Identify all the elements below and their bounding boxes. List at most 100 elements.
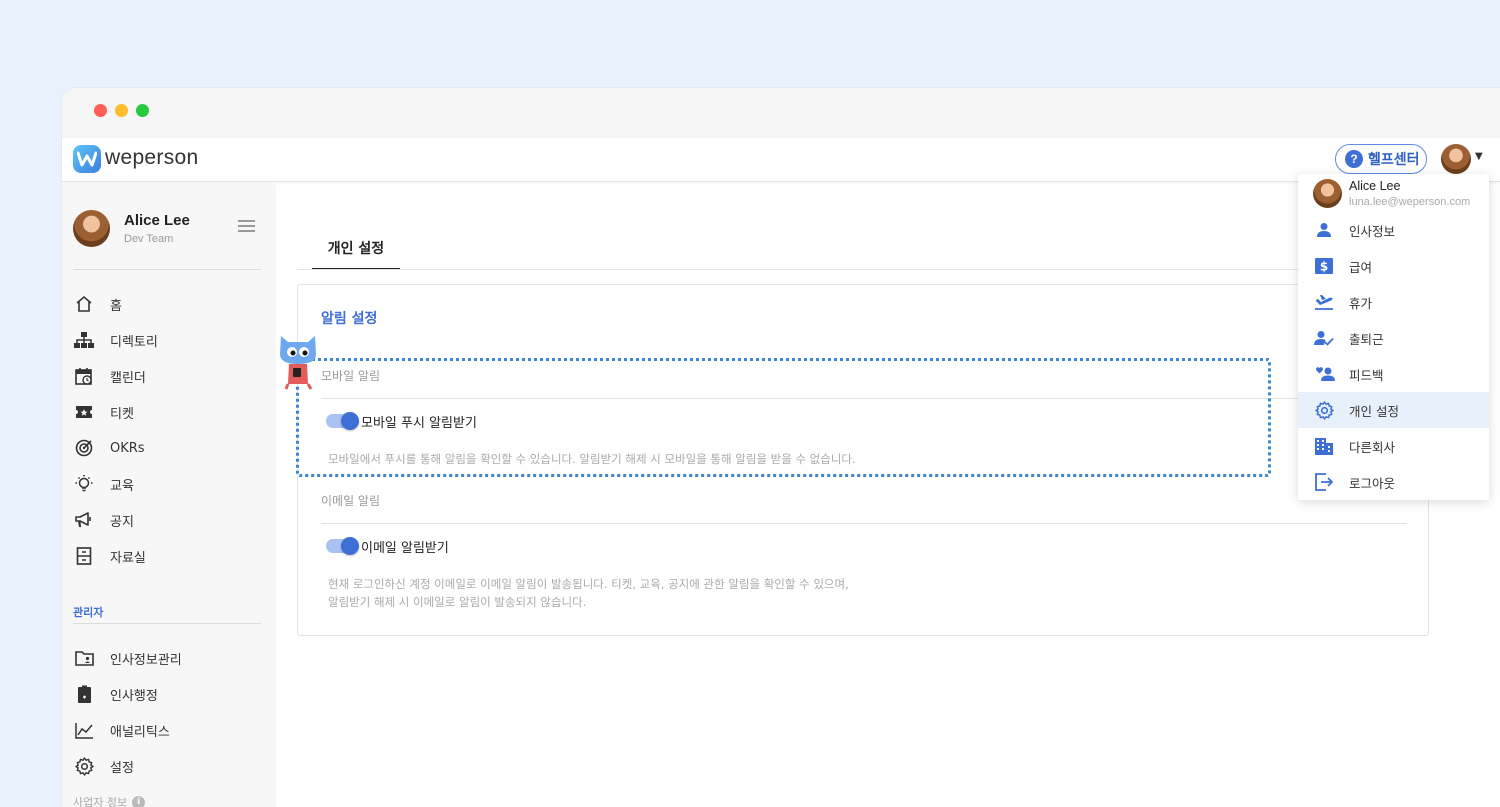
menu-item-payroll[interactable]: $ 급여 — [1298, 248, 1489, 284]
home-icon — [73, 293, 95, 315]
highlight-box — [296, 358, 1271, 477]
gear-icon — [73, 755, 95, 777]
menu-item-label: 출퇴근 — [1349, 331, 1384, 347]
calendar-icon — [73, 365, 95, 387]
lightbulb-icon — [73, 473, 95, 495]
divider — [73, 623, 261, 624]
avatar — [1313, 179, 1342, 208]
sidebar-item-archive[interactable]: 자료실 — [73, 541, 263, 571]
business-info-label: 사업자 정보 — [73, 796, 128, 807]
maximize-window-button[interactable] — [136, 104, 149, 117]
email-notification-description: 현재 로그인하신 계정 이메일로 이메일 알림이 발송됩니다. 티켓, 교육, … — [328, 575, 849, 611]
question-icon: ? — [1345, 150, 1363, 168]
sidebar-item-hr-management[interactable]: 인사정보관리 — [73, 643, 263, 673]
svg-text:$: $ — [1320, 260, 1328, 274]
sidebar-item-analytics[interactable]: 애널리틱스 — [73, 715, 263, 745]
menu-item-label: 피드백 — [1349, 367, 1384, 383]
menu-item-logout[interactable]: 로그아웃 — [1298, 464, 1489, 500]
close-window-button[interactable] — [94, 104, 107, 117]
logo-icon[interactable] — [73, 145, 101, 173]
sidebar-item-label: 공지 — [110, 514, 134, 530]
menu-item-vacation[interactable]: 휴가 — [1298, 284, 1489, 320]
business-info-link[interactable]: 사업자 정보 i — [73, 794, 146, 807]
window-titlebar — [62, 88, 1500, 138]
sidebar-item-education[interactable]: 교육 — [73, 469, 263, 499]
cabinet-icon — [73, 545, 95, 567]
menu-item-label: 급여 — [1349, 259, 1373, 275]
chevron-down-icon[interactable]: ▼ — [1475, 151, 1483, 162]
menu-item-label: 휴가 — [1349, 295, 1373, 311]
org-chart-icon — [73, 329, 95, 351]
sidebar-item-okrs[interactable]: OKRs — [73, 433, 263, 463]
menu-item-attendance[interactable]: 출퇴근 — [1298, 320, 1489, 356]
divider — [321, 523, 1407, 524]
menu-item-label: 로그아웃 — [1349, 475, 1396, 491]
top-navbar: weperson ? 헬프센터 ▼ — [62, 138, 1500, 182]
person-icon — [1313, 219, 1335, 241]
profile-avatar-button[interactable] — [1441, 144, 1471, 174]
toggle-knob — [341, 537, 359, 555]
menu-item-label: 다른회사 — [1349, 439, 1396, 455]
sidebar-item-label: 디렉토리 — [110, 334, 158, 350]
sidebar-item-label: 인사행정 — [110, 688, 158, 704]
sidebar-item-label: 자료실 — [110, 550, 146, 566]
sidebar-item-label: OKRs — [110, 440, 145, 456]
tab-personal-settings[interactable]: 개인 설정 — [312, 238, 400, 270]
sidebar-item-label: 교육 — [110, 478, 134, 494]
dropdown-user-email: luna.lee@weperson.com — [1349, 196, 1471, 208]
sidebar-item-notice[interactable]: 공지 — [73, 505, 263, 535]
dollar-icon: $ — [1313, 255, 1335, 277]
sidebar-item-label: 캘린더 — [110, 370, 146, 386]
dropdown-user-name: Alice Lee — [1349, 179, 1401, 193]
sidebar-item-settings[interactable]: 설정 — [73, 751, 263, 781]
user-team: Dev Team — [124, 233, 174, 245]
airplane-icon — [1313, 291, 1335, 313]
sidebar-item-home[interactable]: 홈 — [73, 289, 263, 319]
app-window: weperson ? 헬프센터 ▼ Alice Lee Dev Team 홈 디… — [62, 88, 1500, 807]
megaphone-icon — [73, 509, 95, 531]
avatar[interactable] — [73, 210, 110, 247]
brand-name[interactable]: weperson — [105, 146, 198, 170]
sidebar-item-ticket[interactable]: 티켓 — [73, 397, 263, 427]
email-notification-toggle-label: 이메일 알림받기 — [361, 541, 449, 556]
email-notification-toggle[interactable] — [326, 537, 359, 555]
clipboard-icon — [73, 683, 95, 705]
id-folder-icon — [73, 647, 95, 669]
minimize-window-button[interactable] — [115, 104, 128, 117]
mascot-icon — [278, 334, 318, 390]
logout-icon — [1313, 471, 1335, 493]
menu-item-label: 개인 설정 — [1349, 403, 1399, 419]
help-center-button[interactable]: ? 헬프센터 — [1335, 144, 1427, 174]
admin-section-label: 관리자 — [73, 606, 104, 619]
gear-icon — [1313, 399, 1335, 421]
card-title: 알림 설정 — [321, 311, 378, 327]
sidebar-item-label: 설정 — [110, 760, 134, 776]
ticket-icon — [73, 401, 95, 423]
sidebar-item-calendar[interactable]: 캘린더 — [73, 361, 263, 391]
user-name: Alice Lee — [124, 212, 190, 229]
menu-item-hr-info[interactable]: 인사정보 — [1298, 212, 1489, 248]
menu-item-feedback[interactable]: 피드백 — [1298, 356, 1489, 392]
menu-item-label: 인사정보 — [1349, 223, 1396, 239]
menu-icon[interactable] — [238, 220, 255, 232]
line-chart-icon — [73, 719, 95, 741]
sidebar-item-label: 애널리틱스 — [110, 724, 170, 740]
info-icon: i — [132, 795, 146, 807]
description-line: 알림받기 해제 시 이메일로 알림이 발송되지 않습니다. — [328, 595, 587, 609]
target-icon — [73, 437, 95, 459]
person-check-icon — [1313, 327, 1335, 349]
sidebar-item-directory[interactable]: 디렉토리 — [73, 325, 263, 355]
sidebar-item-hr-admin[interactable]: 인사행정 — [73, 679, 263, 709]
building-icon — [1313, 435, 1335, 457]
sidebar-item-label: 인사정보관리 — [110, 652, 182, 668]
sidebar: Alice Lee Dev Team 홈 디렉토리 캘린더 티켓 OKRs 교육 — [62, 182, 276, 807]
tab-divider — [297, 269, 1429, 270]
menu-item-other-company[interactable]: 다른회사 — [1298, 428, 1489, 464]
description-line: 현재 로그인하신 계정 이메일로 이메일 알림이 발송됩니다. 티켓, 교육, … — [328, 577, 849, 591]
sidebar-item-label: 홈 — [110, 298, 122, 314]
tab-label: 개인 설정 — [327, 241, 385, 257]
sidebar-item-label: 티켓 — [110, 406, 134, 422]
email-notification-label: 이메일 알림 — [321, 494, 381, 508]
profile-dropdown-menu: Alice Lee luna.lee@weperson.com 인사정보 $ 급… — [1298, 174, 1489, 500]
menu-item-personal-settings[interactable]: 개인 설정 — [1298, 392, 1489, 428]
